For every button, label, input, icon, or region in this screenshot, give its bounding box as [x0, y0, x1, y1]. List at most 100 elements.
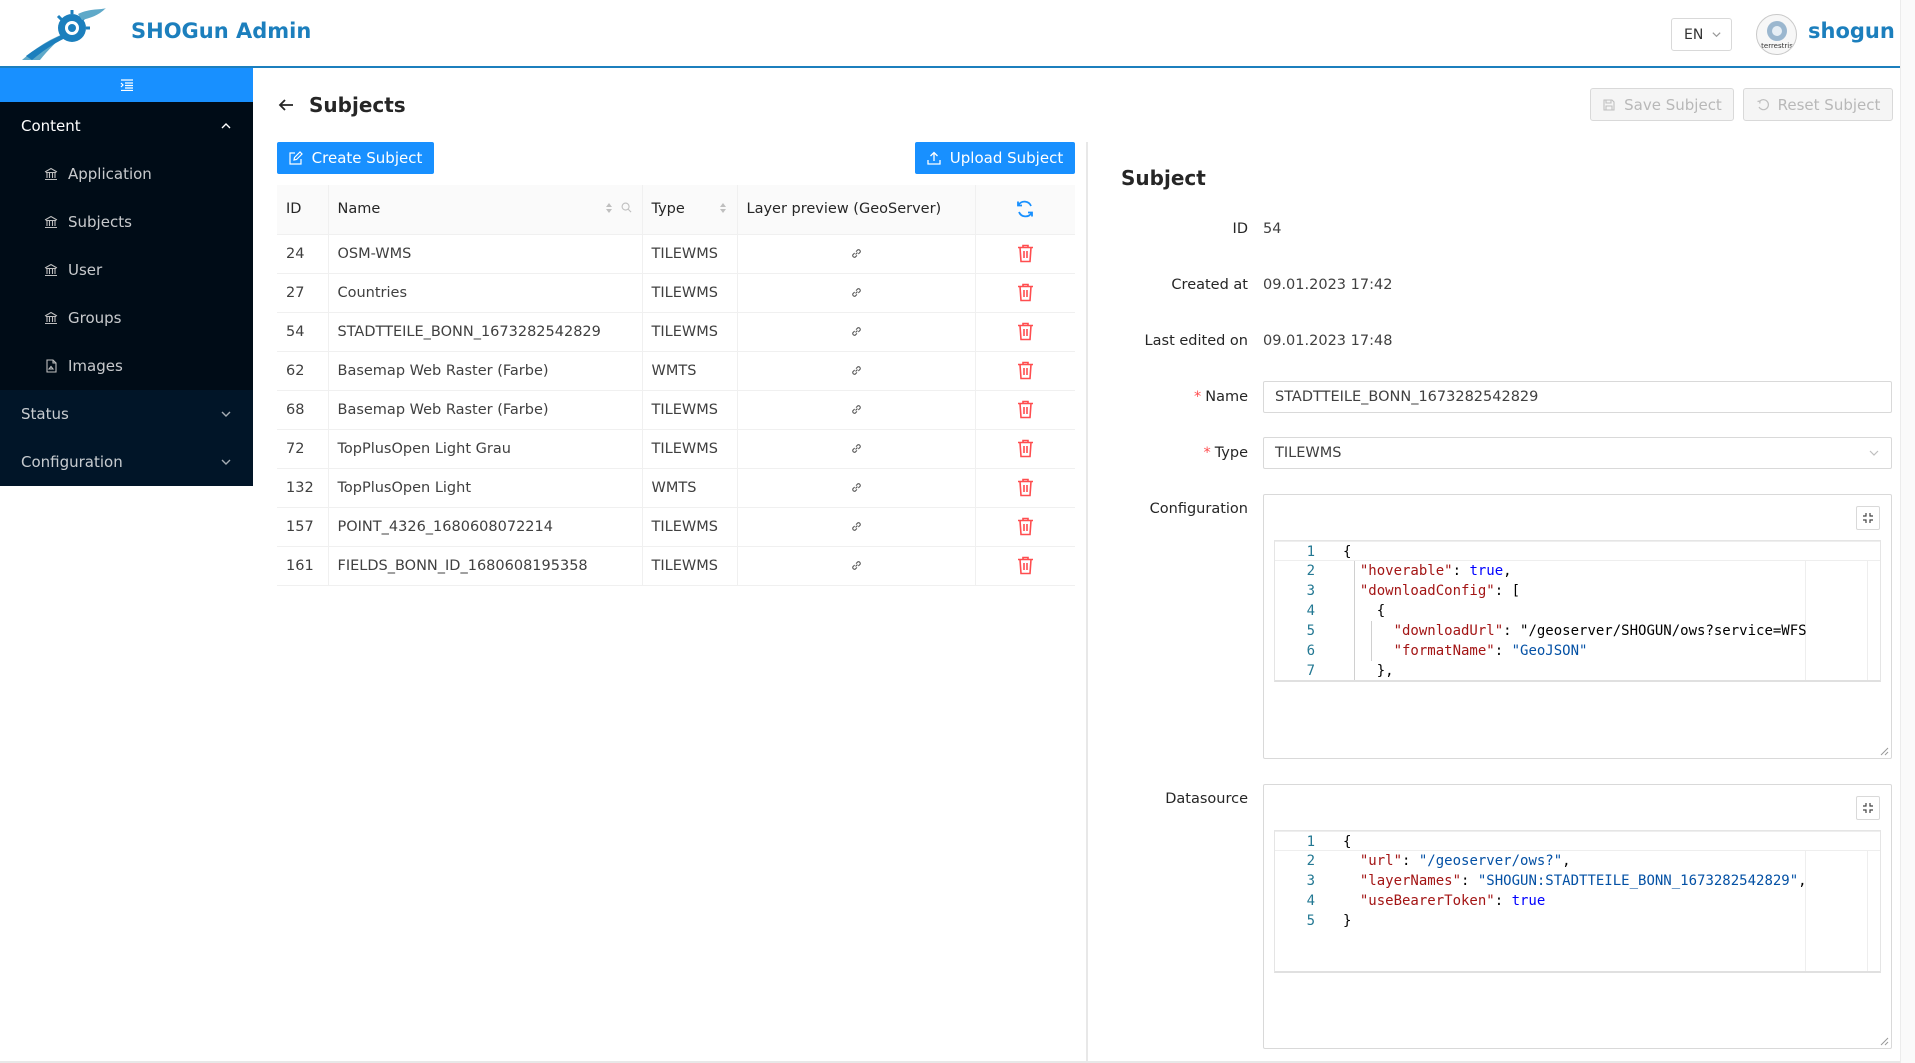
- refresh-icon[interactable]: [1015, 199, 1035, 219]
- sidebar-item-label: Images: [68, 357, 123, 375]
- cell-layer-preview: [737, 429, 976, 469]
- link-icon[interactable]: [850, 247, 863, 260]
- cell-id: 132: [277, 468, 329, 508]
- fullscreen-button[interactable]: [1856, 506, 1880, 530]
- cell-type: TILEWMS: [642, 546, 738, 586]
- fullscreen-icon: [1863, 803, 1873, 813]
- column-header-type[interactable]: Type: [642, 185, 738, 235]
- table-row[interactable]: 161 FIELDS_BONN_ID_1680608195358 TILEWMS: [277, 546, 1075, 586]
- sidebar: Content Application Subjects User Groups…: [0, 68, 253, 486]
- delete-icon[interactable]: [1017, 517, 1034, 536]
- column-header-name[interactable]: Name: [328, 185, 643, 235]
- id-label: ID: [1232, 221, 1248, 237]
- table-row[interactable]: 157 POINT_4326_1680608072214 TILEWMS: [277, 507, 1075, 547]
- shogun-logo[interactable]: [18, 6, 108, 62]
- table-row[interactable]: 27 Countries TILEWMS: [277, 273, 1075, 313]
- cell-actions: [975, 351, 1075, 391]
- line-number: 5: [1306, 913, 1315, 929]
- link-icon[interactable]: [850, 364, 863, 377]
- code-text: "formatName": "GeoJSON": [1393, 643, 1588, 659]
- configuration-label: Configuration: [1149, 501, 1248, 517]
- sort-icon[interactable]: [719, 202, 727, 214]
- type-select-value: TILEWMS: [1275, 445, 1342, 461]
- delete-icon[interactable]: [1017, 283, 1034, 302]
- resize-handle-icon[interactable]: [1880, 747, 1889, 756]
- line-number: 6: [1306, 643, 1315, 659]
- menu-group-content[interactable]: Content: [0, 102, 253, 150]
- delete-icon[interactable]: [1017, 361, 1034, 380]
- sort-icon[interactable]: [605, 202, 613, 214]
- page-title: Subjects: [309, 93, 406, 117]
- sidebar-item-groups[interactable]: Groups: [0, 294, 253, 342]
- cell-layer-preview: [737, 468, 976, 508]
- delete-icon[interactable]: [1017, 556, 1034, 575]
- line-number: 3: [1306, 583, 1315, 599]
- code-text: "hoverable": true,: [1359, 563, 1512, 579]
- line-number: 4: [1306, 893, 1315, 909]
- code-text: {: [1343, 544, 1352, 560]
- cell-layer-preview: [737, 390, 976, 430]
- table-row[interactable]: 68 Basemap Web Raster (Farbe) TILEWMS: [277, 390, 1075, 430]
- table-row[interactable]: 132 TopPlusOpen Light WMTS: [277, 468, 1075, 508]
- link-icon[interactable]: [850, 442, 863, 455]
- sidebar-collapse-button[interactable]: [0, 68, 253, 102]
- search-icon[interactable]: [621, 202, 632, 213]
- table-header-row: ID Name Type Layer preview (GeoServer): [277, 185, 1075, 235]
- terrestris-logo: terrestris: [1761, 21, 1793, 50]
- delete-icon[interactable]: [1017, 478, 1034, 497]
- delete-icon[interactable]: [1017, 244, 1034, 263]
- table-row[interactable]: 72 TopPlusOpen Light Grau TILEWMS: [277, 429, 1075, 469]
- code-line: 1{: [1275, 831, 1880, 851]
- link-icon[interactable]: [850, 325, 863, 338]
- language-select[interactable]: EN: [1671, 18, 1732, 51]
- create-subject-button[interactable]: Create Subject: [277, 142, 434, 174]
- table-row[interactable]: 24 OSM-WMS TILEWMS: [277, 234, 1075, 274]
- upload-subject-button[interactable]: Upload Subject: [915, 142, 1075, 174]
- created-at-value: 09.01.2023 17:42: [1263, 277, 1393, 293]
- line-number: 2: [1306, 563, 1315, 579]
- upload-icon: [927, 151, 941, 165]
- sidebar-item-subjects[interactable]: Subjects: [0, 198, 253, 246]
- delete-icon[interactable]: [1017, 400, 1034, 419]
- link-icon[interactable]: [850, 520, 863, 533]
- link-icon[interactable]: [850, 403, 863, 416]
- language-value: EN: [1684, 26, 1704, 43]
- panel-divider[interactable]: [1086, 142, 1088, 1063]
- delete-icon[interactable]: [1017, 322, 1034, 341]
- datasource-code-editor[interactable]: 1{2 "url": "/geoserver/ows?", 3 "layerNam…: [1274, 830, 1881, 973]
- back-arrow-icon[interactable]: [277, 96, 295, 114]
- user-avatar[interactable]: terrestris: [1756, 14, 1797, 55]
- cell-actions: [975, 429, 1075, 469]
- cell-name: FIELDS_BONN_ID_1680608195358: [328, 546, 643, 586]
- table-row[interactable]: 62 Basemap Web Raster (Farbe) WMTS: [277, 351, 1075, 391]
- cell-name: OSM-WMS: [328, 234, 643, 274]
- link-icon[interactable]: [850, 559, 863, 572]
- user-name[interactable]: shogun: [1808, 19, 1895, 43]
- sidebar-item-images[interactable]: Images: [0, 342, 253, 390]
- save-subject-button[interactable]: Save Subject: [1590, 88, 1734, 121]
- resize-handle-icon[interactable]: [1880, 1037, 1889, 1046]
- column-header-id[interactable]: ID: [277, 185, 329, 235]
- sidebar-item-user[interactable]: User: [0, 246, 253, 294]
- line-number: 1: [1306, 544, 1315, 560]
- configuration-code-editor[interactable]: 1{2 "hoverable": true, 3 "downloadConfig"…: [1274, 540, 1881, 682]
- cell-id: 72: [277, 429, 329, 469]
- required-marker: *: [1203, 445, 1211, 461]
- page-scrollbar[interactable]: [1900, 0, 1915, 1063]
- table-row[interactable]: 54 STADTTEILE_BONN_1673282542829 TILEWMS: [277, 312, 1075, 352]
- link-icon[interactable]: [850, 481, 863, 494]
- fullscreen-button[interactable]: [1856, 796, 1880, 820]
- name-input[interactable]: STADTTEILE_BONN_1673282542829: [1263, 381, 1892, 413]
- column-header-refresh: [975, 185, 1075, 235]
- cell-actions: [975, 546, 1075, 586]
- line-number: 2: [1306, 853, 1315, 869]
- sidebar-item-application[interactable]: Application: [0, 150, 253, 198]
- type-select[interactable]: TILEWMS: [1263, 437, 1892, 469]
- chevron-down-icon: [221, 411, 231, 417]
- menu-group-configuration[interactable]: Configuration: [0, 438, 253, 486]
- reset-subject-button[interactable]: Reset Subject: [1743, 88, 1893, 121]
- delete-icon[interactable]: [1017, 439, 1034, 458]
- menu-group-status[interactable]: Status: [0, 390, 253, 438]
- cell-actions: [975, 312, 1075, 352]
- link-icon[interactable]: [850, 286, 863, 299]
